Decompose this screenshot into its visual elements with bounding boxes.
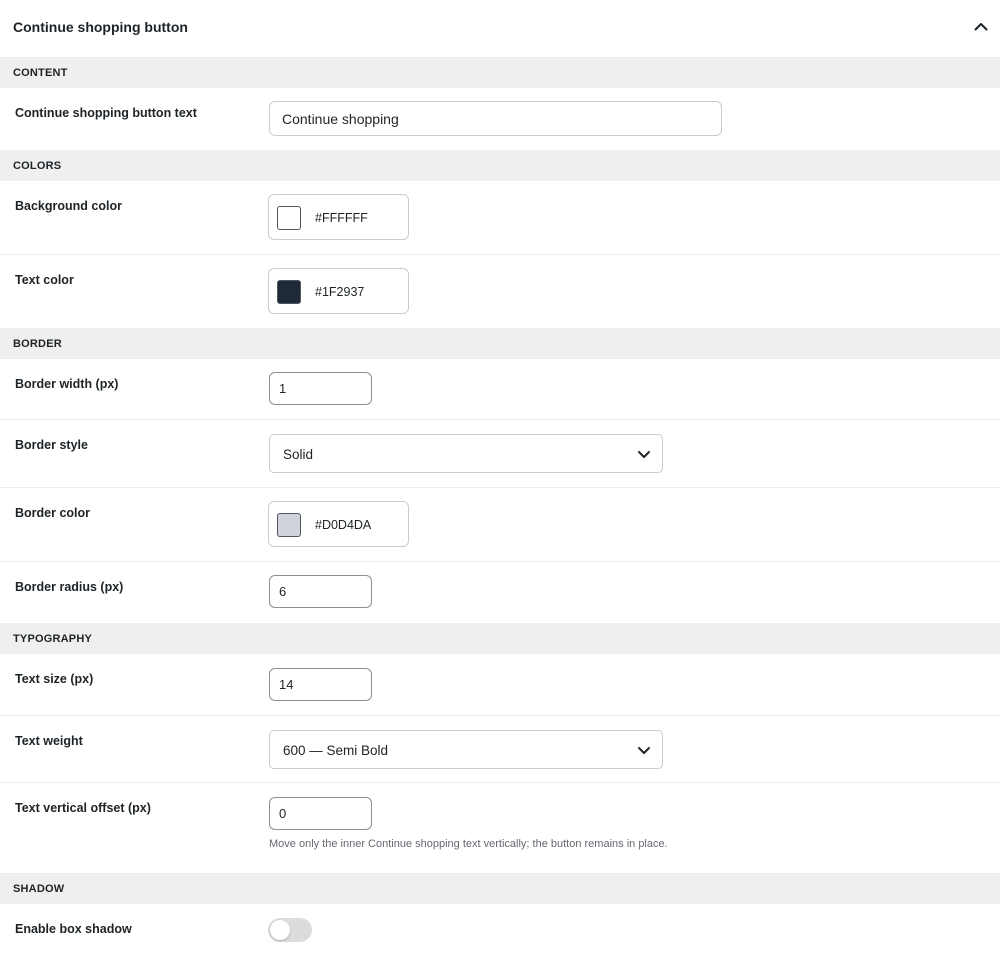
border-radius-label: Border radius (px) [15, 580, 124, 594]
text-offset-label: Text vertical offset (px) [15, 801, 151, 815]
row-border-style: Border style Solid [0, 420, 1000, 488]
border-color-swatch [277, 513, 301, 537]
text-weight-select[interactable]: 600 — Semi Bold [269, 730, 663, 769]
border-style-select[interactable]: Solid [269, 434, 663, 473]
toggle-knob [270, 920, 290, 940]
border-style-label: Border style [15, 438, 88, 452]
border-width-label: Border width (px) [15, 377, 119, 391]
text-offset-help: Move only the inner Continue shopping te… [269, 838, 668, 850]
text-size-input[interactable] [269, 668, 372, 701]
button-text-label: Continue shopping button text [15, 106, 197, 120]
section-title-content: CONTENT [13, 67, 68, 79]
border-color-picker[interactable]: #D0D4DA [268, 501, 409, 547]
panel-title: Continue shopping button [13, 19, 188, 35]
button-text-input[interactable] [269, 101, 722, 136]
section-colors: COLORS [0, 150, 1000, 181]
border-style-value: Solid [283, 447, 314, 462]
text-color-picker[interactable]: #1F2937 [268, 268, 409, 314]
panel-header: Continue shopping button [0, 0, 1000, 57]
row-text-color: Text color #1F2937 [0, 255, 1000, 328]
border-radius-input[interactable] [269, 575, 372, 608]
chevron-down-icon [638, 747, 650, 754]
row-border-color: Border color #D0D4DA [0, 488, 1000, 562]
border-width-input[interactable] [269, 372, 372, 405]
section-border: BORDER [0, 328, 1000, 359]
chevron-up-icon [974, 22, 988, 30]
background-color-label: Background color [15, 199, 122, 213]
row-border-width: Border width (px) [0, 359, 1000, 420]
text-size-label: Text size (px) [15, 672, 94, 686]
row-text-size: Text size (px) [0, 654, 1000, 716]
text-color-swatch [277, 280, 301, 304]
section-title-shadow: SHADOW [13, 883, 65, 895]
collapse-button[interactable] [966, 14, 996, 38]
row-text-weight: Text weight 600 — Semi Bold [0, 716, 1000, 783]
border-color-value: #D0D4DA [315, 518, 372, 532]
text-weight-value: 600 — Semi Bold [283, 743, 389, 758]
text-weight-label: Text weight [15, 734, 83, 748]
row-button-text: Continue shopping button text [0, 88, 1000, 150]
section-title-typography: TYPOGRAPHY [13, 633, 93, 645]
background-color-picker[interactable]: #FFFFFF [268, 194, 409, 240]
chevron-down-icon [638, 451, 650, 458]
box-shadow-toggle[interactable] [268, 918, 312, 942]
text-color-value: #1F2937 [315, 285, 365, 299]
background-color-swatch [277, 206, 301, 230]
box-shadow-label: Enable box shadow [15, 922, 132, 936]
row-text-offset: Text vertical offset (px) [0, 783, 1000, 873]
row-box-shadow: Enable box shadow [0, 904, 1000, 954]
background-color-value: #FFFFFF [315, 211, 368, 225]
text-color-label: Text color [15, 273, 74, 287]
row-background-color: Background color #FFFFFF [0, 181, 1000, 255]
section-shadow: SHADOW [0, 873, 1000, 904]
section-content: CONTENT [0, 57, 1000, 88]
text-offset-input[interactable] [269, 797, 372, 830]
section-typography: TYPOGRAPHY [0, 623, 1000, 654]
section-title-border: BORDER [13, 338, 62, 350]
border-color-label: Border color [15, 506, 91, 520]
row-border-radius: Border radius (px) [0, 562, 1000, 623]
section-title-colors: COLORS [13, 160, 62, 172]
